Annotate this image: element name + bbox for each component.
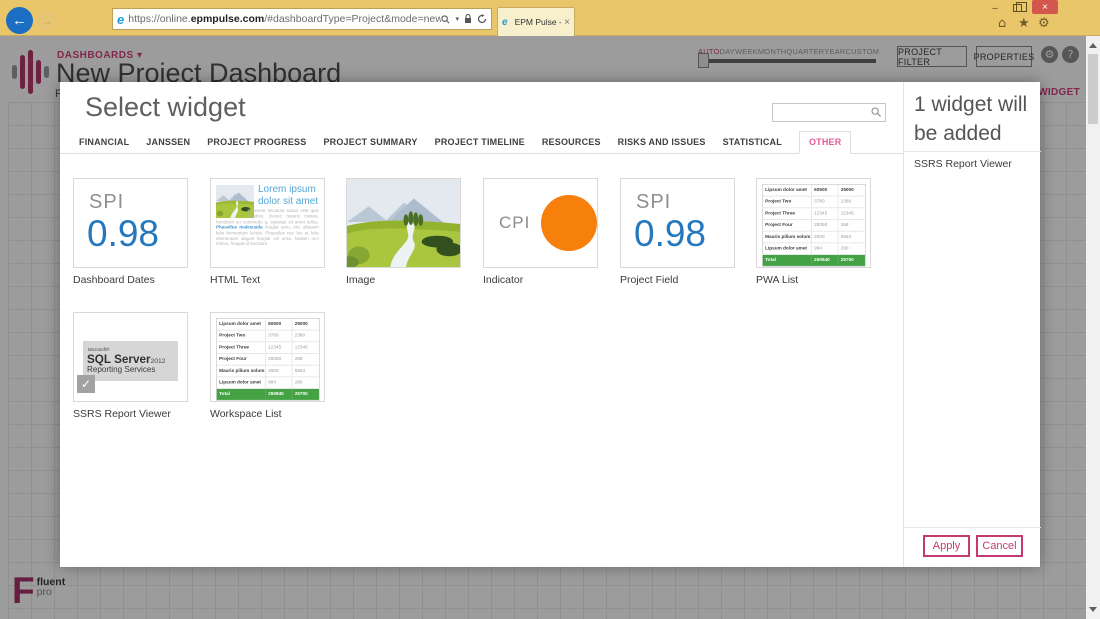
table-row: Project Three 12345 12345 — [762, 208, 865, 220]
table-row: Project Four 28350 268 — [762, 219, 865, 232]
home-icon[interactable]: ⌂ — [998, 16, 1006, 31]
tab-janssen[interactable]: JANSSEN — [146, 137, 190, 153]
widget-card-ssrs-report-viewer[interactable]: Microsoft® SQL Server2012 Reporting Serv… — [73, 312, 188, 402]
tab-project-summary[interactable]: PROJECT SUMMARY — [323, 137, 417, 153]
metric-value: 0.98 — [87, 213, 160, 254]
cancel-button[interactable]: Cancel — [976, 535, 1023, 557]
indicator-circle — [541, 195, 597, 251]
selected-checkbox[interactable]: ✓ — [77, 375, 95, 393]
html-widget-body: Praesent tincidunt luctus velit quis dap… — [216, 209, 319, 247]
metric-label: CPI — [499, 213, 531, 232]
widget-search[interactable] — [772, 103, 886, 122]
search-input[interactable] — [773, 107, 871, 118]
lock-icon — [465, 14, 471, 23]
widget-card-image[interactable] — [346, 178, 461, 268]
window-minimize-button[interactable]: – — [986, 2, 1004, 14]
sql-server-logo: Microsoft® SQL Server2012 Reporting Serv… — [83, 341, 178, 381]
widget-card-workspace-list[interactable]: Lipsum dolor amet 60500 25000 Project Two 37… — [210, 312, 325, 402]
selected-widget-item: SSRS Report Viewer — [914, 158, 1012, 170]
summary-heading: 1 widget will be added — [914, 93, 1028, 145]
browser-back-button[interactable]: ← — [6, 7, 33, 34]
divider — [904, 151, 1041, 152]
widget-name: Dashboard Dates — [73, 274, 155, 286]
tab-project-timeline[interactable]: PROJECT TIMELINE — [435, 137, 525, 153]
browser-tab[interactable]: e EPM Pulse - New Project D... × — [497, 7, 575, 36]
widget-card-dashboard-dates[interactable]: SPI 0.98 — [73, 178, 188, 268]
search-icon — [871, 107, 882, 118]
scrollbar-thumb[interactable] — [1088, 54, 1098, 124]
page-scrollbar[interactable] — [1086, 36, 1100, 619]
dropdown-icon[interactable]: ▾ — [455, 15, 459, 23]
tab-risks-and-issues[interactable]: RISKS AND ISSUES — [618, 137, 706, 153]
tab-statistical[interactable]: STATISTICAL — [723, 137, 782, 153]
close-icon: × — [1042, 1, 1048, 13]
table-row: Total 250840 25700 — [762, 254, 865, 266]
dialog-title: Select widget — [85, 92, 246, 122]
widget-name: SSRS Report Viewer — [73, 408, 171, 420]
address-bar[interactable]: e https://online.epmpulse.com/#dashboard… — [112, 8, 492, 30]
restore-icon — [1012, 2, 1027, 12]
table-row: Project Three 12345 12345 — [216, 342, 319, 354]
favorites-star-icon[interactable]: ★ — [1018, 16, 1030, 31]
table-row: Mauris pilium solum 2500 5563 — [216, 365, 319, 378]
search-icon[interactable] — [441, 14, 450, 24]
widget-name: Workspace List — [210, 408, 282, 420]
table-row: Project Two 3780 2380 — [216, 330, 319, 343]
table-row: Lipsum dolor amet 60500 25000 — [762, 184, 865, 197]
widget-card-pwa-list[interactable]: Lipsum dolor amet 60500 25000 Project Two 37… — [756, 178, 871, 268]
table-row: Mauris pilium solum 2500 5563 — [762, 231, 865, 244]
tab-close-icon[interactable]: × — [564, 17, 570, 28]
minimize-icon: – — [992, 2, 998, 14]
workspace-list-preview-table: Lipsum dolor amet 60500 25000 Project Two 37… — [216, 318, 320, 401]
selection-summary-panel: 1 widget will be added SSRS Report Viewe… — [903, 82, 1041, 567]
widget-name: Project Field — [620, 274, 679, 286]
site-favicon: e — [117, 11, 125, 27]
widget-card-html-text[interactable]: Lorem ipsum dolor sit amet Praesent tinc… — [210, 178, 325, 268]
table-row: Lipsum dolor amet 984 290 — [762, 243, 865, 255]
widget-name: Indicator — [483, 274, 524, 286]
pwa-list-preview-table: Lipsum dolor amet 60500 25000 Project Two 37… — [762, 184, 866, 267]
forward-icon: → — [41, 14, 53, 28]
back-icon: ← — [12, 12, 27, 29]
tab-project-progress[interactable]: PROJECT PROGRESS — [207, 137, 306, 153]
select-widget-dialog: Select widget FINANCIAL JANSSEN PROJECT … — [60, 82, 1041, 567]
page-viewport: DASHBOARDS ▾ New Project Dashboard P AUT… — [0, 36, 1086, 619]
scroll-down-icon[interactable] — [1089, 607, 1097, 612]
url-text: https://online.epmpulse.com/#dashboardTy… — [128, 13, 442, 25]
divider — [904, 527, 1041, 528]
window-close-button[interactable]: × — [1032, 0, 1058, 14]
tab-favicon: e — [502, 16, 508, 28]
landscape-image — [347, 179, 460, 267]
window-restore-button[interactable] — [1008, 2, 1027, 14]
table-row: Project Two 3780 2380 — [762, 196, 865, 209]
check-icon: ✓ — [80, 377, 92, 391]
widget-card-indicator[interactable]: CPI — [483, 178, 598, 268]
tab-other[interactable]: OTHER — [798, 131, 852, 154]
refresh-icon[interactable] — [477, 14, 487, 24]
widget-name: HTML Text — [210, 274, 261, 286]
widget-category-tabs: FINANCIAL JANSSEN PROJECT PROGRESS PROJE… — [60, 131, 903, 154]
widget-name: Image — [346, 274, 376, 286]
metric-label: SPI — [89, 191, 125, 213]
table-row: Lipsum dolor amet 984 290 — [216, 377, 319, 389]
widget-card-project-field[interactable]: SPI 0.98 — [620, 178, 735, 268]
widget-name: PWA List — [756, 274, 799, 286]
browser-forward-button[interactable]: → — [37, 11, 57, 31]
table-row: Project Four 28350 268 — [216, 353, 319, 366]
tab-resources[interactable]: RESOURCES — [542, 137, 601, 153]
table-row: Total 250840 25700 — [216, 388, 319, 400]
metric-value: 0.98 — [634, 213, 707, 254]
tab-title: EPM Pulse - New Project D... — [514, 17, 562, 27]
apply-button[interactable]: Apply — [923, 535, 970, 557]
browser-tools-gear-icon[interactable]: ⚙ — [1038, 16, 1050, 31]
browser-chrome: ← → e https://online.epmpulse.com/#dashb… — [0, 0, 1100, 36]
scroll-up-icon[interactable] — [1089, 43, 1097, 48]
table-row: Lipsum dolor amet 60500 25000 — [216, 318, 319, 331]
tab-financial[interactable]: FINANCIAL — [79, 137, 129, 153]
metric-label: SPI — [636, 191, 672, 213]
